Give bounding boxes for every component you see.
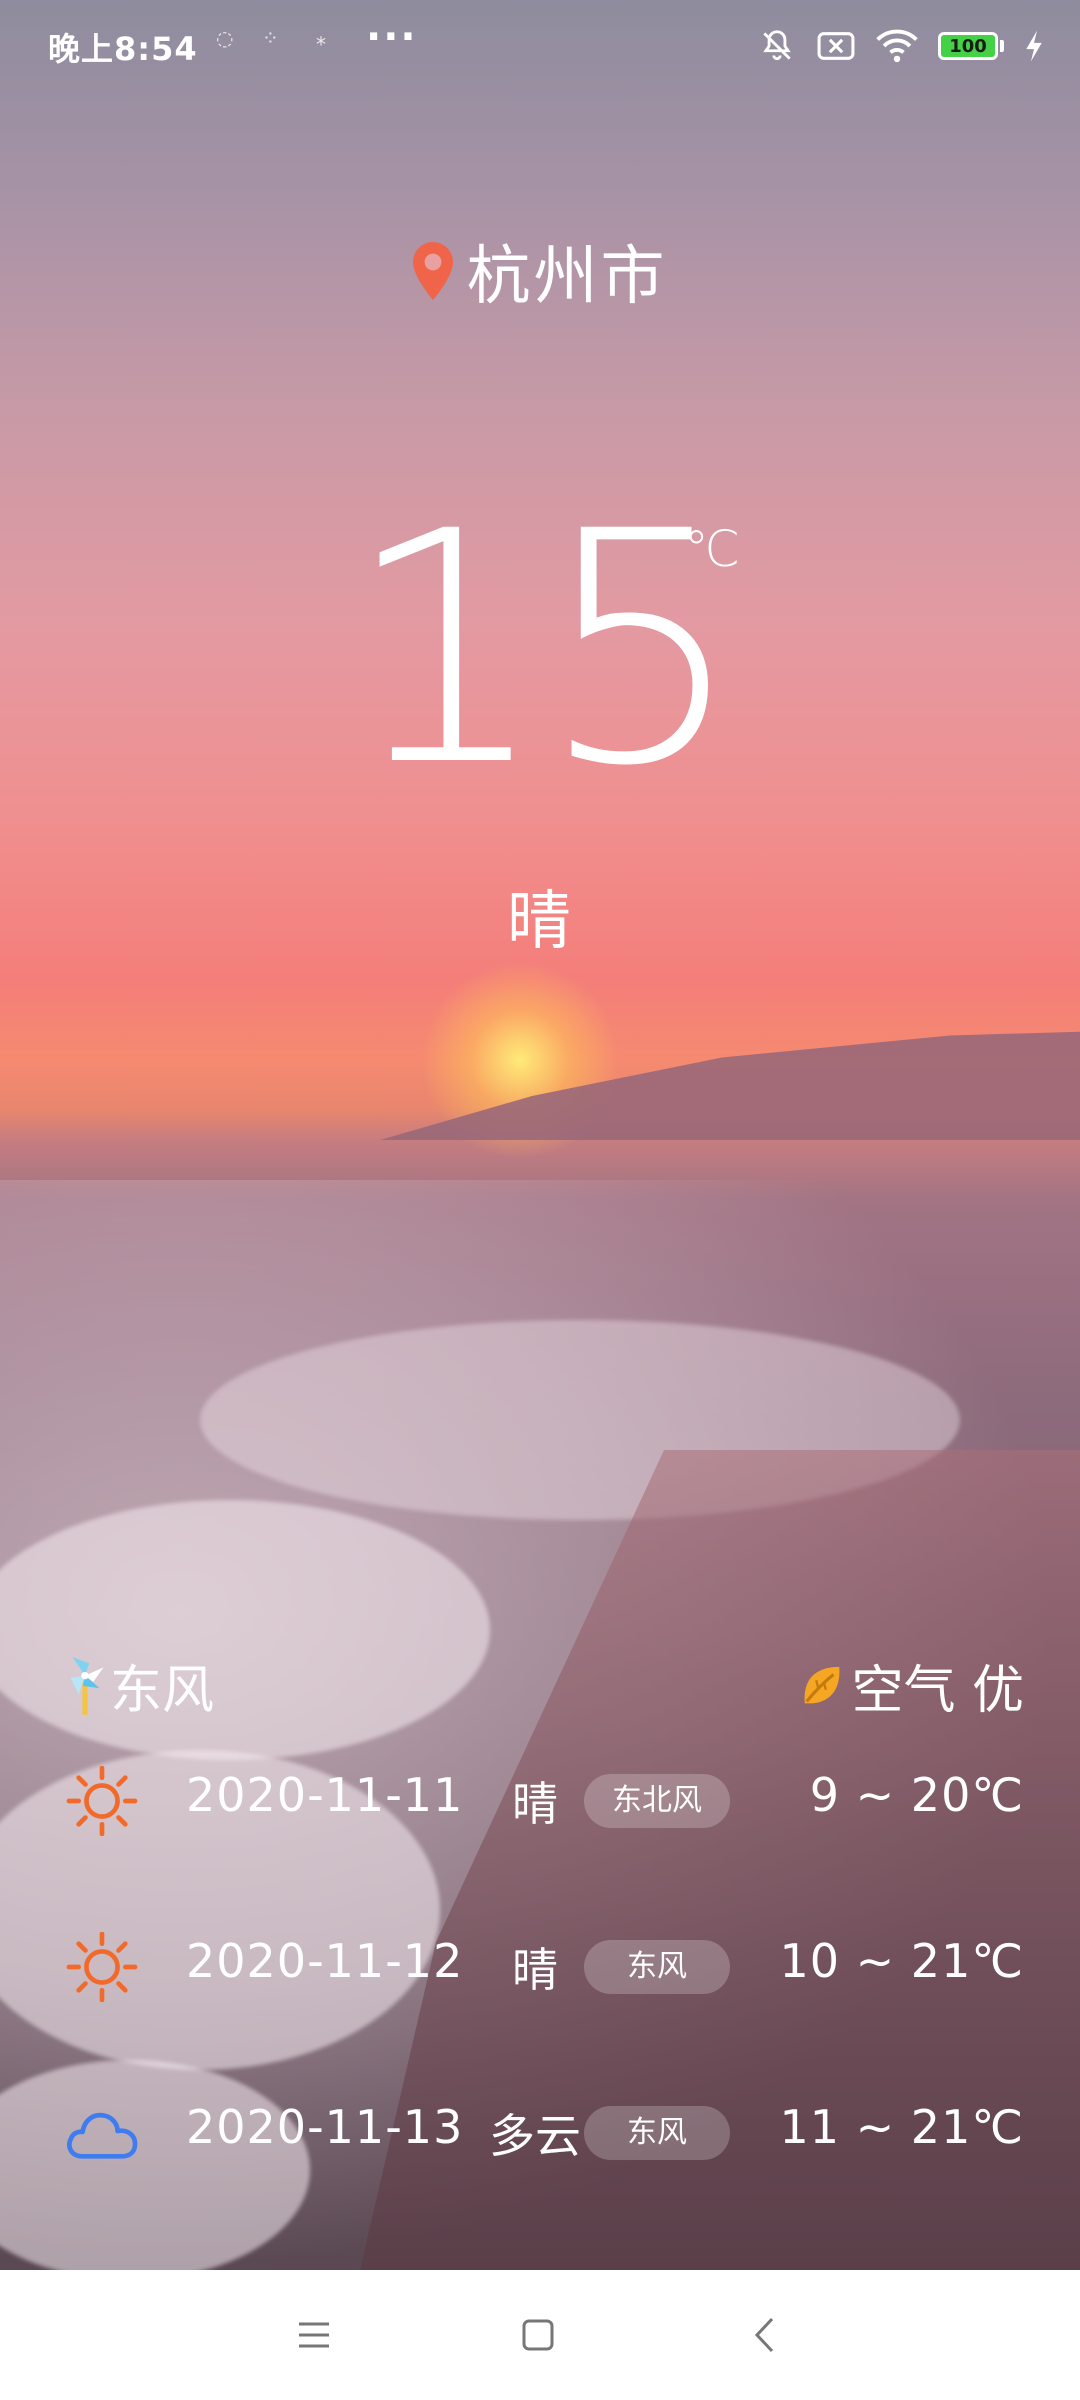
sun-icon: [66, 1766, 138, 1836]
wind-label: 东风: [110, 1661, 215, 1721]
cloud-icon: [67, 2112, 138, 2159]
home-square-icon: [522, 2319, 554, 2351]
forecast-row[interactable]: 2020-11-13 多云 东风 11 ~ 21℃: [0, 2082, 1080, 2182]
wind-info: 东风: [64, 1648, 214, 1723]
location-pin-icon: [412, 242, 453, 300]
menu-icon: [299, 2322, 329, 2348]
notification-icon: ⁎: [316, 26, 326, 50]
back-button[interactable]: [704, 2270, 824, 2400]
forecast-row[interactable]: 2020-11-11 晴 东北风 9 ~ 20℃: [0, 1750, 1080, 1850]
forecast-temp-range: 9 ~ 20℃: [809, 1768, 1024, 1822]
battery-nub: [1000, 40, 1004, 52]
location-header[interactable]: 杭州市: [0, 225, 1080, 317]
air-quality-label: 空气 优: [851, 1661, 1024, 1721]
leaf-icon: [805, 1666, 840, 1703]
forecast-wind-badge: 东风: [584, 2106, 730, 2160]
status-icons: 100: [758, 24, 1044, 68]
forecast-row[interactable]: 2020-11-12 晴 东风 10 ~ 21℃: [0, 1916, 1080, 2016]
current-temperature: 15: [344, 464, 743, 836]
forecast-weather: 晴: [512, 1777, 558, 1831]
forecast-wind-badge: 东风: [584, 1940, 730, 1994]
menu-button[interactable]: [254, 2270, 374, 2400]
navigation-bar: [0, 2270, 1080, 2400]
wifi-icon: [876, 29, 918, 63]
status-time: 晚上8:54: [48, 30, 198, 68]
more-notifications-icon: ···: [366, 14, 418, 60]
forecast-weather: 多云: [489, 2109, 581, 2163]
forecast-temp-range: 10 ~ 21℃: [779, 1934, 1024, 1988]
forecast-date: 2020-11-12: [186, 1934, 464, 1988]
battery-level: 100: [938, 32, 998, 60]
notification-icon: ◌: [216, 26, 234, 50]
forecast-weather: 晴: [512, 1943, 558, 1997]
notification-icon: ⁘: [262, 26, 279, 50]
home-button[interactable]: [478, 2270, 598, 2400]
forecast-wind-badge: 东北风: [584, 1774, 730, 1828]
back-chevron-icon: [754, 2317, 774, 2353]
city-name: 杭州市: [466, 240, 668, 314]
weather-screen: 晚上8:54 ◌ ⁘ ⁎ ··· 100 杭州市 15 ℃ 晴 东风 空气 优 …: [0, 0, 1080, 2400]
sun-icon: [66, 1932, 138, 2002]
forecast-date: 2020-11-11: [186, 1768, 464, 1822]
current-condition: 晴: [507, 885, 573, 959]
mute-bell-icon: [763, 30, 791, 61]
charging-bolt-icon: [1026, 30, 1042, 62]
battery-indicator: 100: [938, 32, 1004, 60]
forecast-temp-range: 11 ~ 21℃: [779, 2100, 1024, 2154]
air-quality-info: 空气 优: [799, 1648, 1024, 1723]
temperature-unit: ℃: [684, 520, 741, 578]
windmill-icon: [70, 1656, 104, 1715]
forecast-date: 2020-11-13: [186, 2100, 464, 2154]
status-bar: 晚上8:54 ◌ ⁘ ⁎ ··· 100: [0, 0, 1080, 90]
no-sim-icon: [817, 32, 855, 60]
